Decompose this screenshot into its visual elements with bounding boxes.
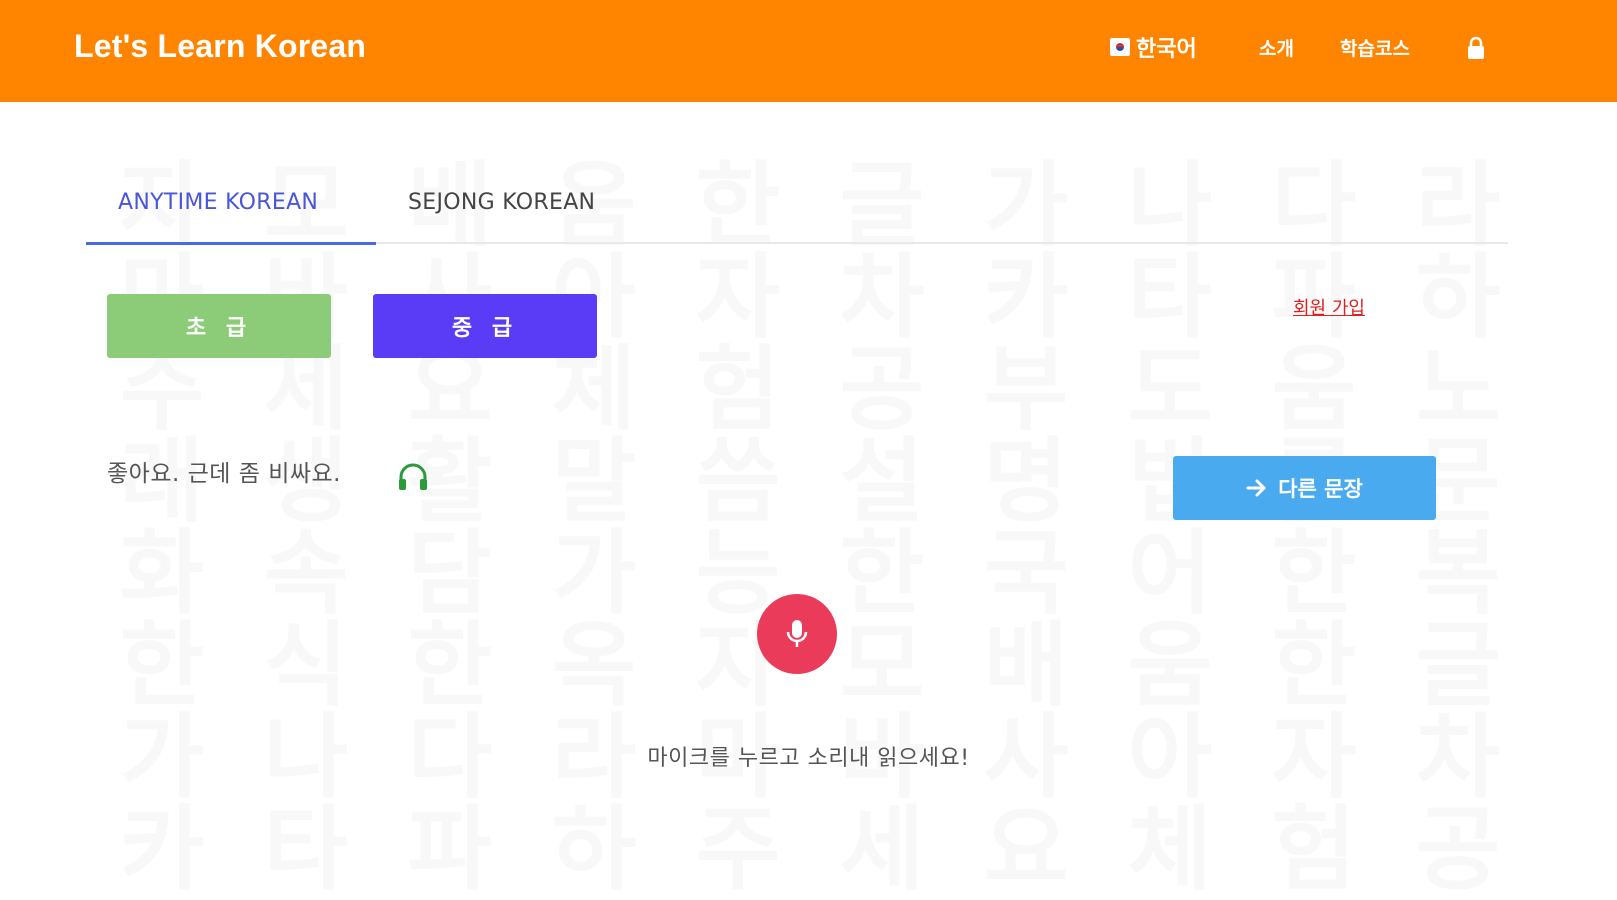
top-header: Let's Learn Korean 한국어 소개 학습코스 bbox=[0, 0, 1617, 102]
flag-icon bbox=[1110, 38, 1130, 56]
next-sentence-label: 다른 문장 bbox=[1278, 477, 1363, 501]
watermark-glyph: 움 bbox=[1127, 612, 1213, 719]
watermark-glyph: 명 bbox=[983, 428, 1069, 535]
nav-courses[interactable]: 학습코스 bbox=[1340, 34, 1410, 61]
watermark-glyph: 험 bbox=[695, 336, 781, 443]
watermark-glyph: 세 bbox=[839, 796, 925, 900]
watermark-glyph: 파 bbox=[407, 796, 493, 900]
watermark-glyph: 설 bbox=[839, 428, 925, 535]
main-nav: 한국어 소개 학습코스 bbox=[0, 0, 1617, 102]
microphone-instruction: 마이크를 누르고 소리내 읽으세요! bbox=[647, 746, 970, 771]
watermark-glyph: 씀 bbox=[695, 428, 781, 535]
watermark-glyph: 배 bbox=[983, 612, 1069, 719]
watermark-glyph: 한 bbox=[407, 612, 493, 719]
watermark-glyph: 어 bbox=[1127, 520, 1213, 627]
watermark-glyph: 한 bbox=[1271, 520, 1357, 627]
beginner-level-button[interactable]: 초 급 bbox=[107, 294, 331, 358]
watermark-glyph: 하 bbox=[1415, 244, 1501, 351]
watermark-glyph: 차 bbox=[839, 244, 925, 351]
headphones-icon[interactable] bbox=[396, 460, 430, 494]
watermark-glyph: 말 bbox=[551, 428, 637, 535]
lock-icon[interactable] bbox=[1467, 36, 1485, 60]
tab-anytime-korean[interactable]: ANYTIME KOREAN bbox=[118, 190, 318, 215]
watermark-glyph: 가 bbox=[551, 520, 637, 627]
watermark-glyph: 움 bbox=[1271, 336, 1357, 443]
watermark-glyph: 식 bbox=[263, 612, 349, 719]
active-tab-indicator bbox=[86, 242, 376, 245]
language-label: 한국어 bbox=[1136, 37, 1197, 62]
watermark-glyph: 공 bbox=[839, 336, 925, 443]
microphone-icon bbox=[786, 620, 808, 647]
watermark-glyph: 타 bbox=[1127, 244, 1213, 351]
signup-link[interactable]: 회원 가입 bbox=[1293, 294, 1365, 320]
watermark-glyph: 자 bbox=[695, 244, 781, 351]
tab-sejong-korean[interactable]: SEJONG KOREAN bbox=[408, 190, 595, 215]
course-tabs: ANYTIME KOREAN SEJONG KOREAN bbox=[86, 178, 1508, 245]
watermark-glyph: 카 bbox=[983, 244, 1069, 351]
background-hangul-watermark: 자모배움한글가나다라마바사아자차카타파하주세요체험공부도움노래생활말씀설명법률문… bbox=[90, 160, 1530, 900]
watermark-glyph: 주 bbox=[695, 796, 781, 900]
watermark-glyph: 옥 bbox=[551, 612, 637, 719]
watermark-glyph: 체 bbox=[1127, 796, 1213, 900]
watermark-glyph: 한 bbox=[839, 520, 925, 627]
watermark-glyph: 화 bbox=[119, 520, 205, 627]
nav-about[interactable]: 소개 bbox=[1259, 34, 1294, 61]
arrow-right-icon bbox=[1246, 479, 1266, 497]
practice-sentence: 좋아요. 근데 좀 비싸요. bbox=[107, 461, 341, 487]
watermark-glyph: 험 bbox=[1271, 796, 1357, 900]
watermark-glyph: 노 bbox=[1415, 336, 1501, 443]
watermark-glyph: 요 bbox=[983, 796, 1069, 900]
watermark-glyph: 도 bbox=[1127, 336, 1213, 443]
next-sentence-button[interactable]: 다른 문장 bbox=[1173, 456, 1436, 520]
intermediate-level-button[interactable]: 중 급 bbox=[373, 294, 597, 358]
watermark-glyph: 국 bbox=[983, 520, 1069, 627]
watermark-glyph: 글 bbox=[1415, 612, 1501, 719]
watermark-glyph: 부 bbox=[983, 336, 1069, 443]
watermark-glyph: 담 bbox=[407, 520, 493, 627]
watermark-glyph: 복 bbox=[1415, 520, 1501, 627]
watermark-glyph: 공 bbox=[1415, 796, 1501, 900]
microphone-button[interactable] bbox=[757, 594, 837, 674]
watermark-glyph: 한 bbox=[119, 612, 205, 719]
watermark-glyph: 속 bbox=[263, 520, 349, 627]
language-selector[interactable]: 한국어 bbox=[1110, 31, 1197, 63]
page: 자모배움한글가나다라마바사아자차카타파하주세요체험공부도움노래생활말씀설명법률문… bbox=[0, 0, 1617, 900]
watermark-glyph: 하 bbox=[551, 796, 637, 900]
watermark-glyph: 타 bbox=[263, 796, 349, 900]
watermark-glyph: 한 bbox=[1271, 612, 1357, 719]
watermark-glyph: 카 bbox=[119, 796, 205, 900]
